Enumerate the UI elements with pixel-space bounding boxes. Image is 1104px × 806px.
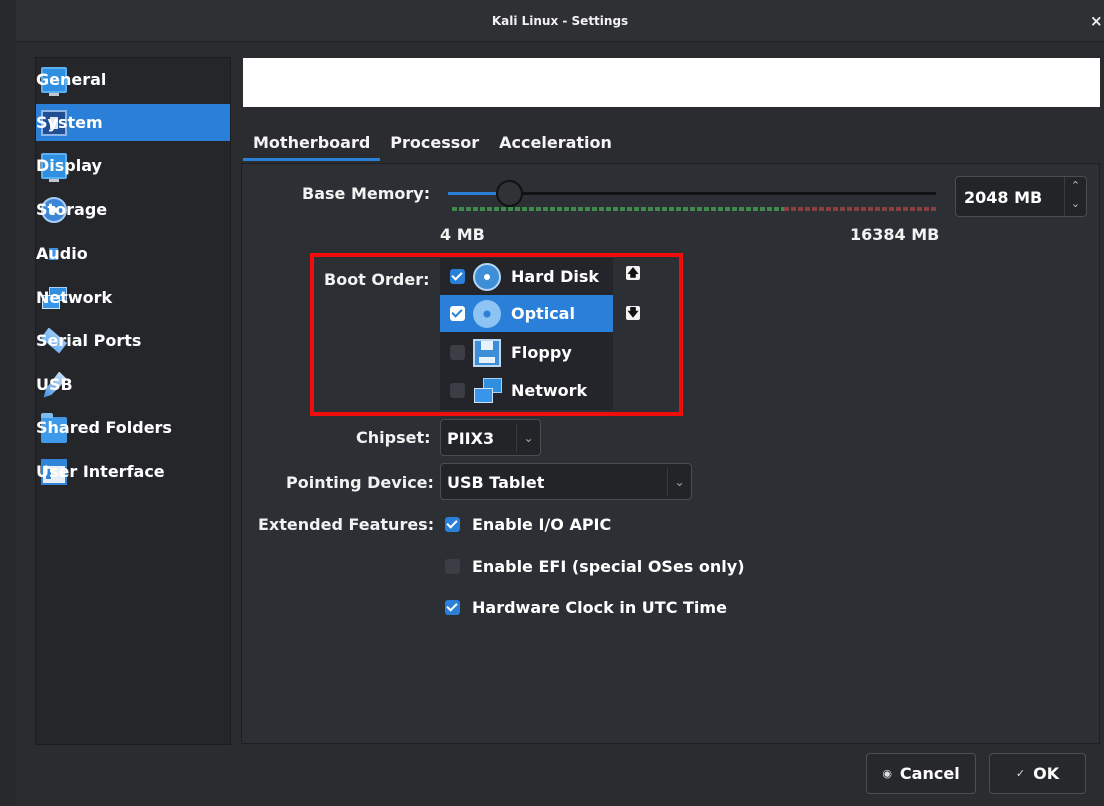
window-title: Kali Linux - Settings bbox=[491, 14, 629, 28]
boot-order-list: Hard Disk Optical Floppy Network bbox=[440, 258, 613, 410]
tab-motherboard[interactable]: Motherboard bbox=[243, 127, 381, 161]
base-memory-slider-handle[interactable] bbox=[496, 180, 523, 207]
close-icon[interactable]: × bbox=[1090, 12, 1104, 30]
memory-min-label: 4 MB bbox=[440, 225, 485, 244]
motherboard-panel bbox=[241, 163, 1100, 744]
boot-device-network[interactable]: Network bbox=[440, 372, 613, 409]
sidebar-item-display[interactable]: Display bbox=[36, 147, 230, 184]
cancel-icon: ◉ bbox=[882, 767, 892, 780]
chipset-label: Chipset: bbox=[356, 428, 431, 447]
boot-device-label: Optical bbox=[511, 304, 575, 323]
base-memory-label: Base Memory: bbox=[302, 184, 431, 203]
description-bar bbox=[243, 58, 1100, 107]
boot-device-label: Hard Disk bbox=[511, 267, 600, 286]
floppy-icon bbox=[473, 338, 501, 367]
memory-max-label: 16384 MB bbox=[850, 225, 940, 244]
boot-device-checkbox[interactable] bbox=[450, 345, 465, 360]
boot-device-checkbox[interactable] bbox=[450, 306, 465, 321]
sidebar-item-label: Display bbox=[36, 156, 102, 175]
sidebar-item-user-interface[interactable]: User Interface bbox=[36, 453, 230, 490]
network-icon bbox=[473, 377, 502, 405]
pointing-device-select[interactable]: USB Tablet ⌄ bbox=[440, 463, 692, 500]
sidebar-item-label: System bbox=[36, 113, 103, 132]
boot-device-hard-disk[interactable]: Hard Disk bbox=[440, 258, 613, 295]
ok-button[interactable]: ✓ OK bbox=[989, 753, 1086, 794]
window-edge bbox=[0, 0, 16, 806]
sidebar-item-label: General bbox=[36, 70, 107, 89]
sidebar-item-network[interactable]: Network bbox=[36, 279, 230, 316]
slider-tick-marks-overcommit bbox=[784, 207, 936, 211]
sidebar-item-audio[interactable]: Audio bbox=[36, 235, 230, 272]
title-bar[interactable]: Kali Linux - Settings × bbox=[16, 0, 1104, 42]
tab-acceleration[interactable]: Acceleration bbox=[489, 127, 622, 161]
sidebar-item-system[interactable]: System bbox=[36, 104, 230, 141]
chipset-value: PIIX3 bbox=[447, 429, 495, 448]
boot-device-label: Network bbox=[511, 381, 588, 400]
ok-button-label: OK bbox=[1033, 764, 1060, 783]
base-memory-spinbox[interactable]: 2048 MB ⌃ ⌄ bbox=[955, 176, 1087, 217]
hard-disk-icon bbox=[473, 262, 501, 291]
cancel-button-label: Cancel bbox=[899, 764, 960, 783]
option-label: Hardware Clock in UTC Time bbox=[472, 598, 727, 617]
sidebar-item-label: User Interface bbox=[36, 462, 165, 481]
enable-io-apic-checkbox[interactable] bbox=[445, 517, 460, 532]
cancel-button[interactable]: ◉ Cancel bbox=[866, 753, 976, 794]
pointing-device-value: USB Tablet bbox=[447, 473, 545, 492]
optical-disc-icon bbox=[473, 299, 501, 328]
option-label: Enable EFI (special OSes only) bbox=[472, 557, 745, 576]
chevron-down-icon[interactable]: ⌄ bbox=[516, 424, 540, 452]
sidebar-item-usb[interactable]: USB bbox=[36, 366, 230, 403]
move-up-icon[interactable]: 🡅 bbox=[626, 266, 640, 280]
sidebar-item-label: Serial Ports bbox=[36, 331, 142, 350]
sidebar-item-shared-folders[interactable]: Shared Folders bbox=[36, 409, 230, 446]
tab-processor[interactable]: Processor bbox=[380, 127, 489, 161]
sidebar-item-label: Storage bbox=[36, 200, 108, 219]
checkmark-icon: ✓ bbox=[1015, 767, 1026, 780]
boot-device-optical[interactable]: Optical bbox=[440, 295, 613, 332]
settings-window: Kali Linux - Settings × General System D… bbox=[0, 0, 1104, 806]
enable-efi-checkbox[interactable] bbox=[445, 559, 460, 574]
sidebar-item-label: Audio bbox=[36, 244, 88, 263]
base-memory-value[interactable]: 2048 MB bbox=[964, 188, 1042, 207]
pointing-device-label: Pointing Device: bbox=[286, 473, 434, 492]
boot-device-floppy[interactable]: Floppy bbox=[440, 334, 613, 371]
utc-clock-checkbox[interactable] bbox=[445, 600, 460, 615]
sidebar-item-general[interactable]: General bbox=[36, 61, 230, 98]
sidebar-item-label: Network bbox=[36, 288, 113, 307]
sidebar-item-label: USB bbox=[36, 375, 73, 394]
sidebar-item-label: Shared Folders bbox=[36, 418, 172, 437]
boot-order-label: Boot Order: bbox=[324, 270, 430, 289]
extended-features-label: Extended Features: bbox=[258, 515, 435, 534]
enable-efi-option[interactable]: Enable EFI (special OSes only) bbox=[445, 557, 745, 576]
settings-sidebar: General System Display Storage Audio Net… bbox=[35, 57, 231, 745]
chevron-down-icon[interactable]: ⌄ bbox=[667, 468, 691, 496]
boot-device-checkbox[interactable] bbox=[450, 269, 465, 284]
spin-arrows-icon[interactable]: ⌃ ⌄ bbox=[1064, 177, 1086, 216]
sidebar-item-serial-ports[interactable]: Serial Ports bbox=[36, 322, 230, 359]
sidebar-item-storage[interactable]: Storage bbox=[36, 191, 230, 228]
enable-io-apic-option[interactable]: Enable I/O APIC bbox=[445, 515, 611, 534]
tab-bar: Motherboard Processor Acceleration bbox=[243, 127, 622, 163]
move-down-icon[interactable]: 🡇 bbox=[626, 306, 640, 320]
chipset-select[interactable]: PIIX3 ⌄ bbox=[440, 419, 541, 456]
boot-device-checkbox[interactable] bbox=[450, 383, 465, 398]
boot-device-label: Floppy bbox=[511, 343, 572, 362]
utc-clock-option[interactable]: Hardware Clock in UTC Time bbox=[445, 598, 727, 617]
option-label: Enable I/O APIC bbox=[472, 515, 612, 534]
